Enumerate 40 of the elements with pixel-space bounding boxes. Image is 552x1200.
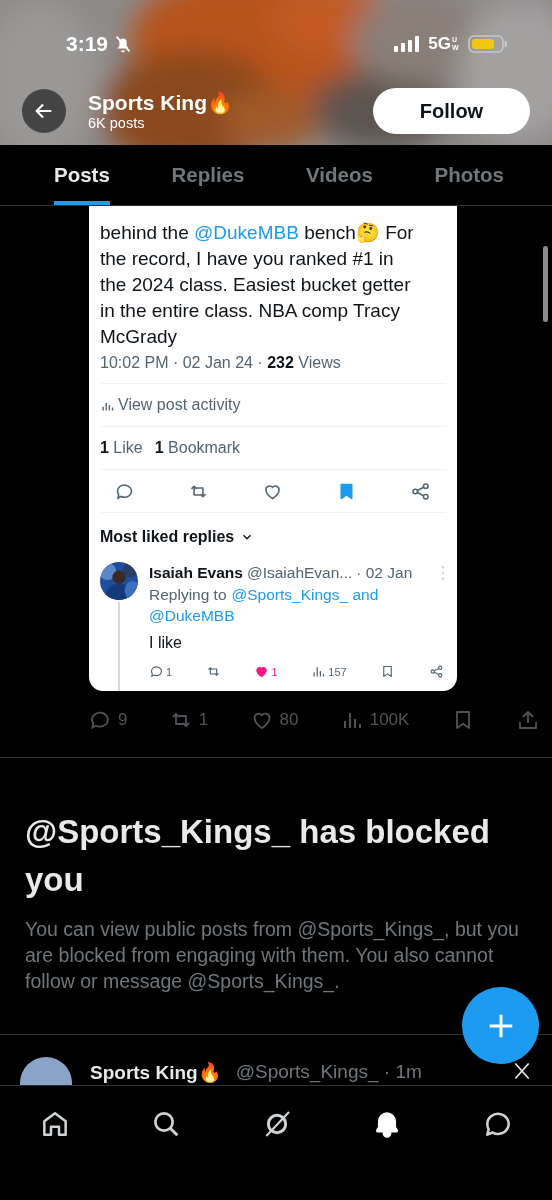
stat-text: 1 Bookmark (154, 439, 241, 457)
activity-link[interactable]: View post activity (100, 396, 241, 414)
mention-link[interactable]: @DukeMBB (149, 605, 235, 626)
mention-link[interactable]: @DukeMBB (194, 222, 299, 243)
sort-dropdown[interactable]: Most liked replies (100, 528, 255, 546)
signal-icon (394, 36, 421, 52)
follow-button[interactable]: Follow (373, 88, 530, 134)
stat-text: 1 Like (100, 439, 143, 457)
author-name: Isaiah Evans (149, 564, 243, 582)
replying-text: Replying to @Sports_Kings_ and @DukeMBB (149, 584, 380, 626)
battery-icon (468, 35, 508, 53)
mention-link[interactable]: @Sports_Kings_ and (231, 584, 379, 605)
tab[interactable]: Replies (171, 145, 245, 205)
reply-button[interactable]: 9 (88, 708, 128, 732)
reply-date: · 02 Jan (356, 564, 413, 582)
post-count: 6K posts (88, 114, 146, 132)
views-button[interactable]: 157 (311, 664, 347, 679)
blocked-message: You can view public posts from @Sports_Kings_, but you are blocked from engaging with them. You also cannot follow or message @Sports_Kings_. (25, 917, 520, 994)
share-icon[interactable] (428, 664, 444, 679)
profile-name: Sports King🔥 (88, 90, 234, 115)
clock-time: 3:19 (66, 32, 109, 56)
network-label: 5G (428, 34, 451, 54)
reply-text: I like (149, 634, 183, 652)
post-text: behind the @DukeMBB bench🤔 For the record, I have you ranked #1 in the 2024 class. Easiest bucket getter in the entire class. NBA comp Tracy McGrady (100, 221, 415, 349)
like-button[interactable]: 1 (254, 664, 278, 679)
post-timestamp: 10:02 PM · 02 Jan 24 · 232 Views (100, 354, 446, 384)
author-name: Sports King🔥 (90, 1061, 222, 1084)
author-handle: @IsaiahEvan... (246, 564, 353, 582)
cross-icon (512, 1061, 532, 1081)
repost-button[interactable]: 1 (168, 708, 209, 732)
views-button[interactable]: 100K (339, 708, 410, 732)
repost-icon[interactable] (205, 664, 221, 679)
bar-chart-icon (311, 664, 327, 679)
reply-button[interactable]: 1 (149, 664, 173, 679)
author-handle: @Sports_Kings_ · 1m (235, 1061, 422, 1083)
blocked-title: @Sports_Kings_ has blocked you (25, 812, 491, 900)
tab[interactable]: Photos (434, 145, 504, 205)
share-icon[interactable] (410, 480, 431, 502)
like-button[interactable]: 80 (249, 708, 299, 732)
tab[interactable]: Videos (306, 145, 373, 205)
